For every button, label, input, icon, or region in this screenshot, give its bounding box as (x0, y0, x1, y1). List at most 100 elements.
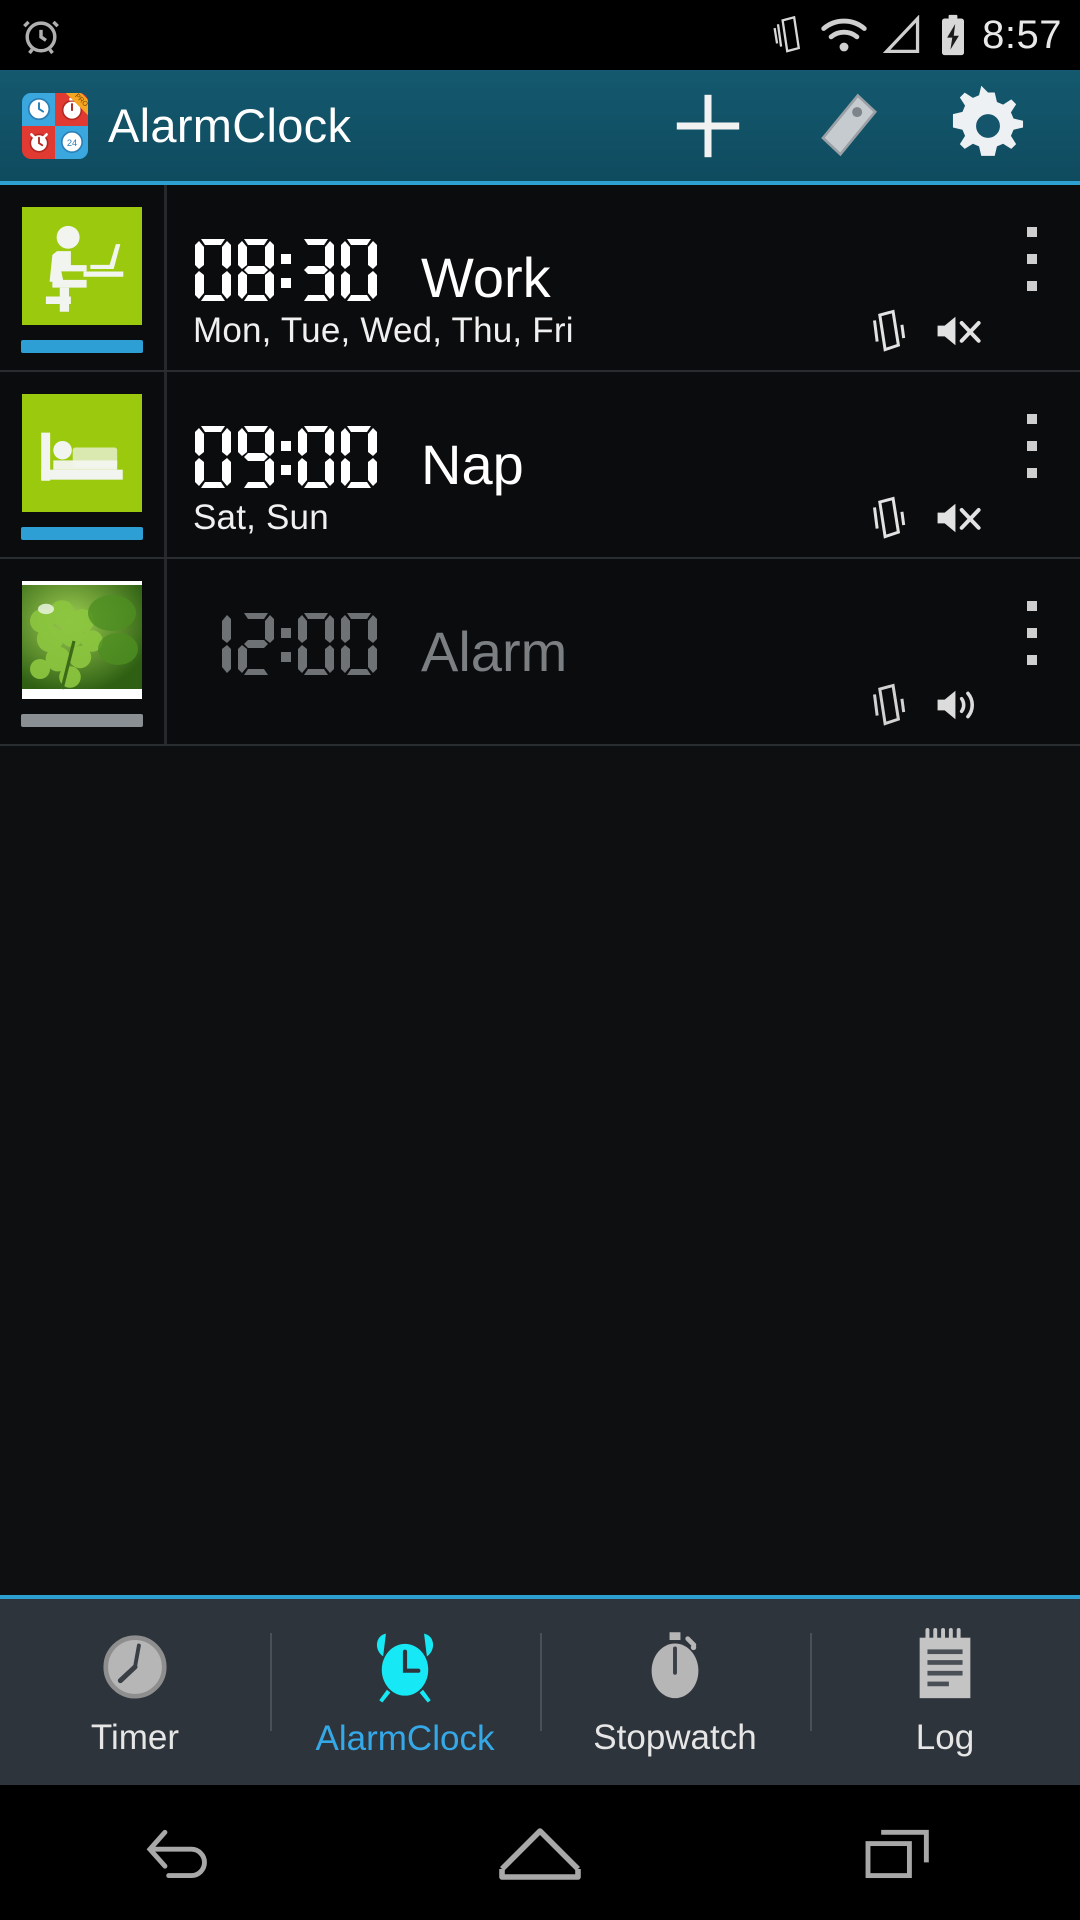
bottom-tab-bar: Timer AlarmClock Stopwatch Log (0, 1595, 1080, 1785)
alarm-days: Mon, Tue, Wed, Thu, Fri (193, 310, 574, 350)
tab-stopwatch[interactable]: Stopwatch (540, 1599, 810, 1785)
signal-icon (882, 15, 924, 55)
alarm-thumbnail-column[interactable] (0, 372, 167, 557)
status-bar-right: 8:57 (770, 13, 1062, 58)
speaker-muted-icon[interactable] (934, 496, 984, 540)
lcd-digit (193, 611, 233, 677)
logo-quadrant-alarm (22, 125, 55, 159)
logo-quadrant-24h: 24 (55, 125, 88, 159)
vibrate-icon (770, 15, 806, 55)
alarm-row-top: Alarm (193, 559, 1054, 683)
alarm-row[interactable]: Work Mon, Tue, Wed, Thu, Fri (0, 185, 1080, 372)
alarm-row[interactable]: Nap Sat, Sun (0, 372, 1080, 559)
lcd-colon (279, 611, 293, 677)
add-alarm-button[interactable] (638, 68, 778, 183)
lcd-colon (279, 237, 293, 303)
lcd-colon (279, 424, 293, 490)
home-icon (492, 1821, 588, 1885)
alarm-time (193, 611, 379, 677)
tab-label: AlarmClock (315, 1719, 495, 1758)
status-bar-left (18, 12, 64, 58)
lcd-digit (296, 237, 336, 303)
alarm-list: Work Mon, Tue, Wed, Thu, Fri Nap Sat, Su… (0, 185, 1080, 746)
tab-log[interactable]: Log (810, 1599, 1080, 1785)
svg-text:24: 24 (66, 138, 76, 148)
tab-timer[interactable]: Timer (0, 1599, 270, 1785)
alarm-row-content[interactable]: Work Mon, Tue, Wed, Thu, Fri (167, 185, 1080, 370)
person-at-desk-icon[interactable] (22, 207, 142, 325)
vibrate-icon[interactable] (864, 682, 908, 728)
phone-screen: 8:57 24 PRO AlarmClock Work Mon, Tue, We… (0, 0, 1080, 1920)
back-arrow-icon (138, 1821, 222, 1885)
alarm-label: Work (421, 246, 551, 309)
alarm-row[interactable]: Alarm (0, 559, 1080, 746)
bed-icon[interactable] (22, 394, 142, 512)
speaker-muted-icon[interactable] (934, 309, 984, 353)
home-button[interactable] (440, 1785, 640, 1920)
lcd-digit (339, 424, 379, 490)
alarm-thumbnail-column[interactable] (0, 185, 167, 370)
alarm-clock-icon (18, 12, 64, 58)
alarm-thumbnail-column[interactable] (0, 559, 167, 744)
tag-icon (811, 89, 885, 163)
back-button[interactable] (80, 1785, 280, 1920)
tab-label: Stopwatch (593, 1718, 757, 1757)
battery-charging-icon (938, 13, 968, 57)
overflow-menu-icon[interactable] (1010, 221, 1054, 297)
lcd-digit (296, 424, 336, 490)
gear-icon (947, 85, 1029, 167)
alarm-clock-icon (365, 1625, 445, 1705)
lcd-digit (236, 424, 276, 490)
recents-icon (858, 1821, 942, 1885)
alarmclock-app-logo: 24 PRO (22, 92, 88, 159)
android-navigation-bar (0, 1785, 1080, 1920)
green-grapes-photo[interactable] (22, 581, 142, 699)
lcd-digit (296, 611, 336, 677)
alarm-time (193, 424, 379, 490)
notepad-icon (909, 1626, 981, 1704)
alarm-status-icons (864, 682, 1054, 728)
alarm-enabled-bar[interactable] (21, 714, 143, 727)
logo-quadrant-clock (22, 92, 55, 126)
status-bar: 8:57 (0, 0, 1080, 70)
timer-icon (96, 1626, 174, 1704)
stopwatch-icon (636, 1626, 714, 1704)
lcd-digit (193, 237, 233, 303)
lcd-digit (236, 237, 276, 303)
action-bar: 24 PRO AlarmClock (0, 70, 1080, 185)
status-bar-clock: 8:57 (982, 12, 1062, 57)
tab-label: Log (915, 1718, 975, 1757)
settings-button[interactable] (918, 68, 1058, 183)
alarm-row-top: Work (193, 185, 1054, 309)
alarm-enabled-bar[interactable] (21, 527, 143, 540)
alarm-label: Alarm (421, 620, 568, 683)
speaker-on-icon[interactable] (934, 683, 984, 727)
action-bar-buttons (638, 68, 1058, 183)
lcd-digit (339, 611, 379, 677)
overflow-menu-icon[interactable] (1010, 595, 1054, 671)
lcd-digit (236, 611, 276, 677)
alarm-enabled-bar[interactable] (21, 340, 143, 353)
alarm-row-content[interactable]: Nap Sat, Sun (167, 372, 1080, 557)
tag-button[interactable] (778, 68, 918, 183)
plus-icon (669, 87, 747, 165)
alarm-row-bottom (193, 677, 1054, 732)
lcd-digit (193, 424, 233, 490)
alarm-row-bottom: Sat, Sun (193, 490, 1054, 545)
wifi-icon (820, 16, 868, 54)
alarm-label: Nap (421, 433, 524, 496)
alarm-row-content[interactable]: Alarm (167, 559, 1080, 744)
alarm-status-icons (864, 308, 1054, 354)
recents-button[interactable] (800, 1785, 1000, 1920)
pro-badge: PRO (65, 92, 88, 116)
tab-label: Timer (90, 1718, 180, 1757)
vibrate-icon[interactable] (864, 495, 908, 541)
app-title: AlarmClock (108, 99, 352, 152)
overflow-menu-icon[interactable] (1010, 408, 1054, 484)
alarm-row-bottom: Mon, Tue, Wed, Thu, Fri (193, 303, 1054, 358)
tab-alarmclock[interactable]: AlarmClock (270, 1599, 540, 1785)
lcd-digit (339, 237, 379, 303)
vibrate-icon[interactable] (864, 308, 908, 354)
alarm-status-icons (864, 495, 1054, 541)
alarm-time (193, 237, 379, 303)
